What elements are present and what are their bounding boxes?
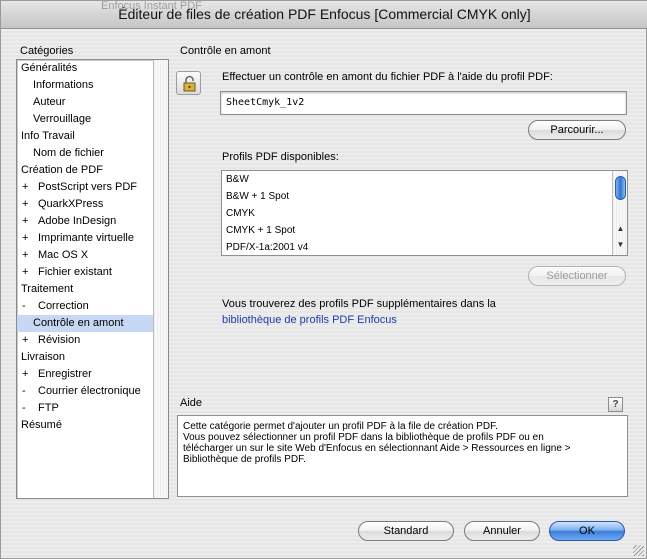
- collapse-icon[interactable]: -: [22, 400, 26, 417]
- expand-icon[interactable]: +: [22, 264, 28, 281]
- category-label: PostScript vers PDF: [38, 181, 138, 193]
- category-label: Généralités: [21, 62, 78, 74]
- categories-heading: Catégories: [20, 45, 74, 57]
- category-label: Verrouillage: [33, 113, 92, 125]
- category-item[interactable]: - FTP: [17, 400, 153, 417]
- category-item[interactable]: + PostScript vers PDF: [17, 179, 153, 196]
- expand-icon[interactable]: +: [22, 179, 28, 196]
- scroll-thumb[interactable]: [615, 176, 626, 200]
- category-item[interactable]: Généralités: [17, 60, 153, 77]
- category-label: Informations: [33, 79, 94, 91]
- category-label: Adobe InDesign: [38, 215, 117, 227]
- category-label: Auteur: [33, 96, 66, 108]
- category-item[interactable]: - Correction: [17, 298, 153, 315]
- help-title: Aide: [180, 397, 203, 409]
- category-label: Enregistrer: [38, 368, 92, 380]
- category-item[interactable]: + Imprimante virtuelle: [17, 230, 153, 247]
- category-item[interactable]: Contrôle en amont: [17, 315, 153, 332]
- cancel-button[interactable]: Annuler: [464, 521, 540, 541]
- profile-item[interactable]: B&W + 1 Spot: [226, 188, 289, 205]
- category-label: Création de PDF: [21, 164, 103, 176]
- profile-item[interactable]: B&W: [226, 171, 249, 188]
- profile-scrollbar[interactable]: ▲ ▼: [612, 171, 627, 255]
- profile-item[interactable]: CMYK + 1 Spot: [226, 222, 295, 239]
- category-item[interactable]: Livraison: [17, 349, 153, 366]
- category-label: Contrôle en amont: [33, 317, 124, 329]
- profile-item[interactable]: PDF/X-1a:2001 v4: [226, 239, 308, 256]
- collapse-icon[interactable]: -: [22, 383, 26, 400]
- category-item[interactable]: Info Travail: [17, 128, 153, 145]
- collapse-icon[interactable]: -: [22, 298, 26, 315]
- category-item[interactable]: - Courrier électronique: [17, 383, 153, 400]
- help-icon[interactable]: ?: [608, 397, 623, 412]
- category-label: QuarkXPress: [38, 198, 104, 210]
- expand-icon[interactable]: +: [22, 230, 28, 247]
- category-list[interactable]: Généralités Informations Auteur Verrouillag…: [16, 59, 169, 499]
- category-item[interactable]: Verrouillage: [17, 111, 153, 128]
- scroll-up-arrow-icon[interactable]: ▲: [615, 224, 626, 233]
- expand-icon[interactable]: +: [22, 247, 28, 264]
- expand-icon[interactable]: +: [22, 213, 28, 230]
- more-profiles-text: Vous trouverez des profils PDF supplémen…: [222, 298, 496, 310]
- ok-button[interactable]: OK: [549, 521, 625, 541]
- category-label: Résumé: [21, 419, 62, 431]
- category-label: FTP: [38, 402, 59, 414]
- category-label: Courrier électronique: [38, 385, 141, 397]
- help-line: Vous pouvez sélectionner un profil PDF d…: [183, 432, 544, 443]
- category-item[interactable]: Auteur: [17, 94, 153, 111]
- category-item[interactable]: + Adobe InDesign: [17, 213, 153, 230]
- profile-list[interactable]: B&W B&W + 1 Spot CMYK CMYK + 1 Spot PDF/…: [221, 170, 628, 256]
- category-item[interactable]: Traitement: [17, 281, 153, 298]
- category-item[interactable]: + QuarkXPress: [17, 196, 153, 213]
- category-item[interactable]: + Révision: [17, 332, 153, 349]
- category-label: Fichier existant: [38, 266, 112, 278]
- dialog-window: Enfocus Instant PDF Éditeur de files de …: [0, 0, 647, 559]
- background-window-title: Enfocus Instant PDF: [101, 0, 202, 12]
- title-bar[interactable]: Enfocus Instant PDF Éditeur de files de …: [1, 0, 647, 29]
- category-label: Nom de fichier: [33, 147, 104, 159]
- browse-button[interactable]: Parcourir...: [528, 120, 626, 140]
- category-item[interactable]: + Fichier existant: [17, 264, 153, 281]
- available-profiles-label: Profils PDF disponibles:: [222, 151, 339, 163]
- scroll-down-arrow-icon[interactable]: ▼: [615, 240, 626, 249]
- expand-icon[interactable]: +: [22, 332, 28, 349]
- expand-icon[interactable]: +: [22, 196, 28, 213]
- help-line: télécharger un sur le site Web d'Enfocus…: [183, 443, 571, 454]
- category-item[interactable]: Nom de fichier: [17, 145, 153, 162]
- category-label: Imprimante virtuelle: [38, 232, 134, 244]
- category-label: Mac OS X: [38, 249, 89, 261]
- resize-grip-icon[interactable]: [633, 545, 644, 556]
- help-line: Bibliothèque de profils PDF.: [183, 454, 306, 465]
- category-item[interactable]: Résumé: [17, 417, 153, 434]
- category-item[interactable]: + Mac OS X: [17, 247, 153, 264]
- category-label: Info Travail: [21, 130, 75, 142]
- category-scrollbar[interactable]: [153, 60, 168, 498]
- section-title: Contrôle en amont: [180, 45, 271, 57]
- category-label: Livraison: [21, 351, 66, 363]
- standard-button[interactable]: Standard: [358, 521, 454, 541]
- category-label: Traitement: [21, 283, 74, 295]
- select-button[interactable]: Sélectionner: [528, 266, 626, 286]
- category-label: Révision: [38, 334, 81, 346]
- help-text-box: Cette catégorie permet d'ajouter un prof…: [177, 415, 628, 497]
- instruction-label: Effectuer un contrôle en amont du fichie…: [222, 71, 553, 83]
- profile-path-field[interactable]: SheetCmyk_1v2: [220, 91, 627, 115]
- expand-icon[interactable]: +: [22, 366, 28, 383]
- category-label: Correction: [38, 300, 89, 312]
- profile-item[interactable]: CMYK: [226, 205, 255, 222]
- category-item[interactable]: + Enregistrer: [17, 366, 153, 383]
- category-item[interactable]: Informations: [17, 77, 153, 94]
- profile-library-link[interactable]: bibliothèque de profils PDF Enfocus: [222, 314, 397, 326]
- lock-icon: [176, 71, 201, 95]
- help-line: Cette catégorie permet d'ajouter un prof…: [183, 421, 498, 432]
- category-item[interactable]: Création de PDF: [17, 162, 153, 179]
